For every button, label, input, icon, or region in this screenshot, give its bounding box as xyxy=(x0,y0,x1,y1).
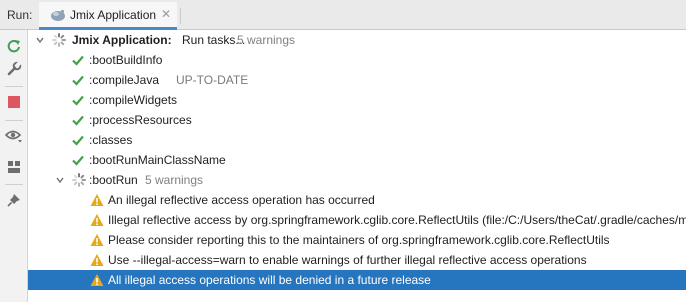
checkmark-icon xyxy=(72,115,84,126)
warning-row[interactable]: Illegal reflective access by org.springf… xyxy=(28,210,686,230)
task-note: UP-TO-DATE xyxy=(176,73,249,87)
warning-row-selected[interactable]: All illegal access operations will be de… xyxy=(28,270,686,290)
checkmark-icon xyxy=(72,55,84,66)
warning-row[interactable]: Use --illegal-access=warn to enable warn… xyxy=(28,250,686,270)
task-name: :processResources xyxy=(89,113,192,127)
bootrun-label: :bootRun xyxy=(89,173,138,187)
root-label: Jmix Application: xyxy=(72,33,172,47)
warning-text: An illegal reflective access operation h… xyxy=(108,193,375,207)
task-name: :compileJava xyxy=(89,73,160,87)
warning-icon xyxy=(90,254,104,266)
tool-strip xyxy=(0,30,28,302)
root-status: Run tasks... xyxy=(182,33,246,47)
warning-text: Please consider reporting this to the ma… xyxy=(108,233,610,247)
tab-divider xyxy=(180,8,181,24)
checkmark-icon xyxy=(72,155,84,166)
bootrun-row[interactable]: :bootRun 5 warnings xyxy=(28,170,686,190)
task-row[interactable]: :bootBuildInfo xyxy=(28,50,686,70)
spinner-icon xyxy=(52,33,66,47)
pin-icon[interactable] xyxy=(5,191,23,209)
task-row[interactable]: :compileJava UP-TO-DATE xyxy=(28,70,686,90)
warning-text: All illegal access operations will be de… xyxy=(108,273,431,287)
run-toolbar: Run: Jmix Application ✕ xyxy=(0,0,686,30)
toolbar-divider xyxy=(5,86,23,87)
task-name: :classes xyxy=(89,133,133,147)
tab-jmix-application[interactable]: Jmix Application ✕ xyxy=(39,2,177,30)
task-row[interactable]: :bootRunMainClassName xyxy=(28,150,686,170)
warning-icon xyxy=(90,274,104,286)
warning-text: Use --illegal-access=warn to enable warn… xyxy=(108,253,587,267)
warning-row[interactable]: An illegal reflective access operation h… xyxy=(28,190,686,210)
tab-title: Jmix Application xyxy=(70,8,157,22)
spinner-icon xyxy=(72,173,86,187)
view-options-icon[interactable] xyxy=(5,127,23,145)
rerun-icon[interactable] xyxy=(5,37,23,55)
layout-icon[interactable] xyxy=(5,158,23,176)
run-label: Run: xyxy=(7,8,33,22)
checkmark-icon xyxy=(72,95,84,106)
close-icon[interactable]: ✕ xyxy=(161,7,171,21)
warning-icon xyxy=(90,234,104,246)
task-row[interactable]: :processResources xyxy=(28,110,686,130)
warning-text: Illegal reflective access by org.springf… xyxy=(108,213,686,227)
chevron-down-icon[interactable] xyxy=(36,36,44,44)
root-warning-count: 5 warnings xyxy=(237,33,296,47)
warning-icon xyxy=(90,194,104,206)
task-name: :bootRunMainClassName xyxy=(89,153,226,167)
bootrun-warning-count: 5 warnings xyxy=(145,173,204,187)
jmix-app-icon xyxy=(51,10,65,21)
warning-row[interactable]: Please consider reporting this to the ma… xyxy=(28,230,686,250)
tree-root-row[interactable]: Jmix Application: Run tasks... 5 warning… xyxy=(28,30,686,50)
stop-icon[interactable] xyxy=(5,93,23,111)
task-row[interactable]: :classes xyxy=(28,130,686,150)
task-name: :bootBuildInfo xyxy=(89,53,163,67)
warning-icon xyxy=(90,214,104,226)
checkmark-icon xyxy=(72,75,84,86)
checkmark-icon xyxy=(72,135,84,146)
toolbar-divider xyxy=(5,184,23,185)
task-row[interactable]: :compileWidgets xyxy=(28,90,686,110)
settings-wrench-icon[interactable] xyxy=(5,60,23,78)
chevron-down-icon[interactable] xyxy=(56,176,64,184)
build-output-tree: Jmix Application: Run tasks... 5 warning… xyxy=(28,30,686,302)
toolbar-divider xyxy=(5,120,23,121)
task-name: :compileWidgets xyxy=(89,93,178,107)
